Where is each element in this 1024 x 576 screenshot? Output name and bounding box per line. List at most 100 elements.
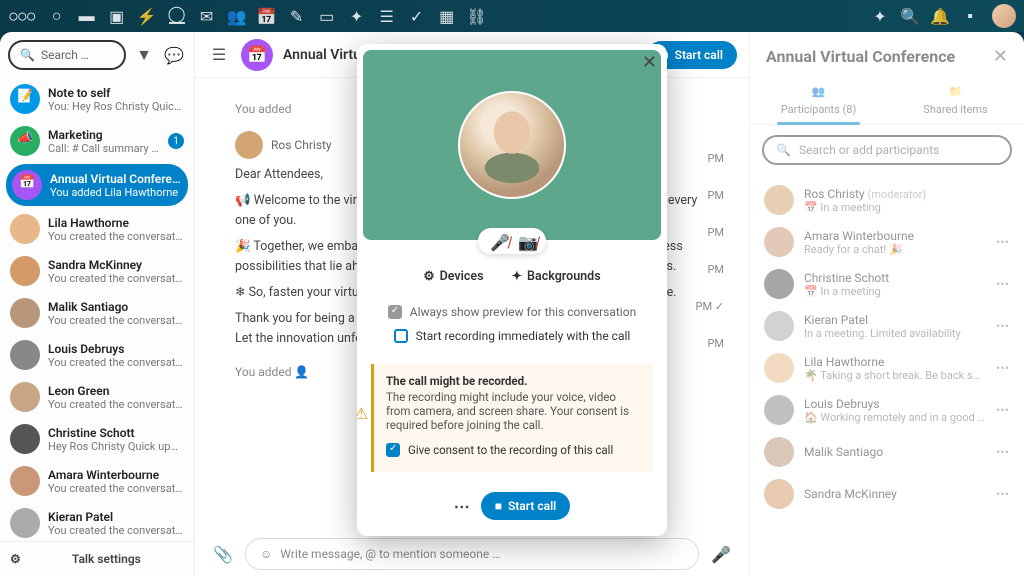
folder-icon: 📁 — [948, 85, 964, 101]
message-author: Ros Christy — [271, 136, 332, 155]
avatar — [764, 395, 794, 425]
filter-icon[interactable]: ▼ — [132, 43, 156, 67]
video-icon: ■ — [495, 499, 502, 513]
photos-icon[interactable]: ▣ — [109, 8, 125, 24]
search-icon: 🔍 — [20, 48, 35, 62]
participant-item[interactable]: Amara Winterbourne Ready for a chat! 🎉 ⋯ — [750, 221, 1024, 263]
participant-item[interactable]: Louis Debruys 🏠 Working remotely and in … — [750, 389, 1024, 431]
message-input[interactable]: ☺ Write message, @ to mention someone … — [245, 538, 699, 570]
avatar — [10, 466, 40, 496]
conversation-item[interactable]: 📝 Note to selfYou: Hey Ros Christy Quick… — [0, 78, 194, 120]
consent-checkbox[interactable]: Give consent to the recording of this ca… — [386, 438, 641, 462]
top-bar: ○○○ ○ ▬ ▣ ⚡ ◯ ✉ 👥 📅 ✎ ▭ ✦ ☰ ✓ ▦ ⛓ ✦ 🔍 🔔 … — [0, 0, 1024, 32]
checkmark-icon[interactable]: ✓ — [409, 8, 425, 24]
avatar — [764, 227, 794, 257]
more-icon[interactable]: ⋯ — [996, 319, 1010, 334]
contacts-icon[interactable]: 👥 — [229, 8, 245, 24]
checkbox-icon — [388, 305, 402, 319]
more-icon[interactable]: ⋯ — [996, 403, 1010, 418]
forms-icon[interactable]: ✦ — [349, 8, 365, 24]
unread-badge: 1 — [168, 133, 184, 149]
mail-icon[interactable]: ✉ — [199, 8, 215, 24]
search-placeholder: Search … — [41, 48, 89, 62]
start-recording-checkbox[interactable]: Start recording immediately with the cal… — [381, 324, 643, 348]
avatar — [10, 256, 40, 286]
attach-icon[interactable]: 📎 — [211, 542, 235, 566]
tab-shared-items[interactable]: 📁 Shared items — [887, 77, 1024, 124]
emoji-icon[interactable]: ☺ — [260, 547, 272, 561]
new-chat-icon[interactable]: 💬 — [162, 43, 186, 67]
avatar — [10, 340, 40, 370]
message-avatar — [235, 131, 263, 159]
logo-icon[interactable]: ○○○ — [8, 6, 35, 27]
tasks-icon[interactable]: ☰ — [379, 8, 395, 24]
participant-search-input[interactable]: 🔍 Search or add participants — [762, 135, 1012, 165]
avatar — [764, 437, 794, 467]
participant-item[interactable]: Christine Schott 📅 In a meeting ⋯ — [750, 263, 1024, 305]
tab-participants[interactable]: 👥 Participants (8) — [750, 77, 887, 124]
assistant-icon[interactable]: ✦ — [872, 8, 888, 24]
tables-icon[interactable]: ▦ — [439, 8, 455, 24]
room-avatar-icon: 📅 — [241, 39, 273, 71]
backgrounds-button[interactable]: ✦ Backgrounds — [512, 268, 601, 284]
deck-icon[interactable]: ▭ — [319, 8, 335, 24]
conversation-item[interactable]: Christine SchottHey Ros Christy Quick up… — [0, 418, 194, 460]
avatar — [764, 185, 794, 215]
conversation-item[interactable]: Amara WinterbourneYou created the conver… — [0, 460, 194, 502]
conversation-item[interactable]: Sandra McKinneyYou created the conversat… — [0, 250, 194, 292]
conversation-item[interactable]: Lila HawthorneYou created the conversati… — [0, 208, 194, 250]
participant-item[interactable]: Kieran Patel In a meeting. Limited avail… — [750, 305, 1024, 347]
timestamp-column: PMPMPMPMPM ✓PM — [696, 152, 725, 350]
user-avatar[interactable] — [992, 4, 1016, 28]
files-icon[interactable]: ▬ — [79, 8, 95, 24]
participant-item[interactable]: Lila Hawthorne 🌴 Taking a short break. B… — [750, 347, 1024, 389]
avatar — [764, 353, 794, 383]
conversation-item[interactable]: Leon GreenYou created the conversation — [0, 376, 194, 418]
participant-item[interactable]: Sandra McKinney ⋯ — [750, 473, 1024, 515]
conversation-item[interactable]: Kieran PatelYou created the conversation — [0, 502, 194, 541]
avatar — [10, 214, 40, 244]
close-sidebar-icon[interactable]: ✕ — [993, 46, 1008, 67]
avatar — [10, 298, 40, 328]
preview-avatar — [458, 91, 566, 199]
more-options-icon[interactable]: ⋯ — [454, 497, 471, 516]
conversation-item[interactable]: Malik SantiagoYou created the conversati… — [0, 292, 194, 334]
dashboard-icon[interactable]: ○ — [49, 8, 65, 24]
more-icon[interactable]: ⋯ — [996, 277, 1010, 292]
more-icon[interactable]: ⋯ — [996, 361, 1010, 376]
mic-icon[interactable]: 🎤 — [709, 542, 733, 566]
notes-icon[interactable]: ✎ — [289, 8, 305, 24]
link-icon[interactable]: ⛓ — [469, 8, 485, 24]
more-icon[interactable]: ⋯ — [996, 445, 1010, 460]
avatar — [764, 311, 794, 341]
search-icon[interactable]: 🔍 — [902, 8, 918, 24]
modal-start-call-button[interactable]: ■ Start call — [481, 492, 571, 520]
conversation-sidebar: 🔍 Search … ▼ 💬 📝 Note to selfYou: Hey Ro… — [0, 32, 195, 576]
mic-muted-icon[interactable]: 🎤̸ — [490, 233, 506, 249]
conversation-item[interactable]: Louis DebruysYou created the conversatio… — [0, 334, 194, 376]
activity-icon[interactable]: ⚡ — [139, 8, 155, 24]
more-icon[interactable]: ⋯ — [996, 487, 1010, 502]
avatar: 📝 — [10, 84, 40, 114]
search-input[interactable]: 🔍 Search … — [8, 40, 126, 70]
conversation-item[interactable]: 📅 Annual Virtual ConferenceYou added Lil… — [6, 164, 188, 206]
more-icon[interactable]: ⋯ — [996, 235, 1010, 250]
always-preview-checkbox[interactable]: Always show preview for this conversatio… — [381, 300, 643, 324]
notifications-icon[interactable]: 🔔 — [932, 8, 948, 24]
camera-off-icon[interactable]: 📷̸ — [518, 233, 534, 249]
calendar-icon[interactable]: 📅 — [259, 8, 275, 24]
camera-preview: 🎤̸ 📷̸ — [363, 50, 661, 240]
sidebar-toggle-icon[interactable]: ☰ — [207, 43, 231, 67]
contacts-menu-icon[interactable]: ▪ — [962, 8, 978, 24]
sidebar-title: Annual Virtual Conference — [766, 47, 955, 66]
close-modal-icon[interactable]: ✕ — [642, 52, 657, 73]
participant-item[interactable]: Malik Santiago ⋯ — [750, 431, 1024, 473]
avatar: 📅 — [12, 170, 42, 200]
media-settings-modal: ✕ 🎤̸ 📷̸ ⚙ Devices ✦ Backgrounds — [357, 44, 667, 536]
devices-button[interactable]: ⚙ Devices — [423, 268, 483, 284]
participant-item[interactable]: Ros Christy (moderator) 📅 In a meeting — [750, 179, 1024, 221]
talk-settings-button[interactable]: ⚙ Talk settings — [0, 541, 194, 576]
talk-icon[interactable]: ◯ — [169, 8, 185, 24]
gear-icon: ⚙ — [423, 268, 434, 284]
conversation-item[interactable]: 📣 MarketingCall: # Call summary - … 1 — [0, 120, 194, 162]
